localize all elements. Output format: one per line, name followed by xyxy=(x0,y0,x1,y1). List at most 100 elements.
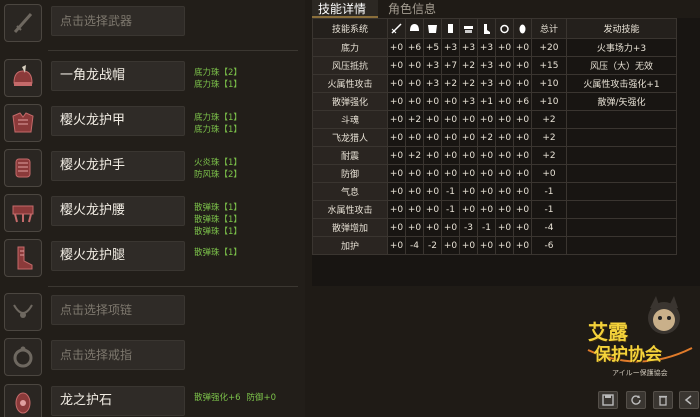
delete-icon xyxy=(659,395,667,406)
table-row[interactable]: 气息 +0 +0 +0 -1 +0 +0 +0 +0 -1 xyxy=(312,182,677,201)
waist-slot-jewels: 散弹珠【1】散弹珠【1】散弹珠【1】 xyxy=(194,202,300,238)
skill-name-cell: 火属性攻击 xyxy=(312,74,388,93)
skill-value-cell: +0 xyxy=(441,218,460,237)
skill-value-cell: +0 xyxy=(387,110,406,129)
skill-value-cell: +0 xyxy=(459,110,478,129)
table-row[interactable]: 水属性攻击 +0 +0 +0 -1 +0 +0 +0 +0 -1 xyxy=(312,200,677,219)
skill-value-cell: +0 xyxy=(441,146,460,165)
leg-armor-icon[interactable] xyxy=(4,239,42,277)
share-icon xyxy=(684,395,692,405)
skill-value-cell: +0 xyxy=(495,56,514,75)
active-skill-cell xyxy=(566,164,677,183)
skill-value-cell: -1 xyxy=(477,218,496,237)
skill-value-cell: +0 xyxy=(423,110,442,129)
delete-button[interactable] xyxy=(653,391,673,409)
share-button[interactable] xyxy=(679,391,699,409)
ring-icon[interactable] xyxy=(4,338,42,376)
table-row[interactable]: 耐震 +0 +2 +0 +0 +0 +0 +0 +0 +2 xyxy=(312,146,677,165)
table-row[interactable]: 散弹强化 +0 +0 +0 +0 +3 +1 +0 +6 +10 散弹/矢强化 xyxy=(312,92,677,111)
save-icon xyxy=(602,394,614,406)
waist-slot[interactable]: 樱火龙护腰 散弹珠【1】散弹珠【1】散弹珠【1】 xyxy=(4,194,300,237)
active-skill-cell xyxy=(566,146,677,165)
skill-value-cell: +0 xyxy=(405,128,424,147)
table-row[interactable]: 斗魂 +0 +2 +0 +0 +0 +0 +0 +0 +2 xyxy=(312,110,677,129)
legs-slot[interactable]: 樱火龙护腿 散弹珠【1】 xyxy=(4,239,300,279)
chest-armor-icon[interactable] xyxy=(4,104,42,142)
skill-value-cell: +3 xyxy=(459,38,478,57)
table-row[interactable]: 火属性攻击 +0 +0 +3 +2 +2 +3 +0 +0 +10 火属性攻击强化+1 xyxy=(312,74,677,93)
table-row[interactable]: 防御 +0 +0 +0 +0 +0 +0 +0 +0 +0 xyxy=(312,164,677,183)
weapon-slot[interactable]: 点击选择武器 xyxy=(4,4,300,44)
table-row[interactable]: 加护 +0 -4 -2 +0 +0 +0 +0 +0 -6 xyxy=(312,236,677,255)
skill-value-cell: +0 xyxy=(387,164,406,183)
skill-value-cell: +0 xyxy=(495,92,514,111)
skill-value-cell: +0 xyxy=(495,236,514,255)
jewel-label: 防风珠【2】 xyxy=(194,170,242,180)
ring-slot[interactable]: 点击选择戒指 xyxy=(4,338,300,378)
skill-value-cell: +0 xyxy=(405,164,424,183)
save-button[interactable] xyxy=(598,391,618,409)
arms-slot-name[interactable]: 樱火龙护手 xyxy=(51,151,185,181)
charm-icon xyxy=(513,18,532,39)
skill-value-cell: +3 xyxy=(477,38,496,57)
skill-value-cell: +6 xyxy=(513,92,532,111)
head-slot-name[interactable]: 一角龙战帽 xyxy=(51,61,185,91)
skill-value-cell: +0 xyxy=(423,146,442,165)
skill-value-cell: +0 xyxy=(513,128,532,147)
ring-slot-name[interactable]: 点击选择戒指 xyxy=(51,340,185,370)
charm-icon[interactable] xyxy=(4,384,42,417)
jewel-label: 散弹强化+6 xyxy=(194,393,241,403)
skill-name-cell: 斗魂 xyxy=(312,110,388,129)
table-row[interactable]: 飞龙猎人 +0 +0 +0 +0 +0 +2 +0 +0 +2 xyxy=(312,128,677,147)
waist-armor-icon[interactable] xyxy=(4,194,42,232)
skill-total-cell: -1 xyxy=(531,200,567,219)
skill-value-cell: +0 xyxy=(513,56,532,75)
skill-name-cell: 风压抵抗 xyxy=(312,56,388,75)
tab-character-info[interactable]: 角色信息 xyxy=(382,0,452,18)
necklace-icon[interactable] xyxy=(4,293,42,331)
skill-name-cell: 散弹增加 xyxy=(312,218,388,237)
skill-value-cell: +0 xyxy=(387,128,406,147)
chest-slot-jewels: 底力珠【1】底力珠【1】 xyxy=(194,112,300,136)
skill-value-cell: +0 xyxy=(495,200,514,219)
chest-slot-name[interactable]: 樱火龙护甲 xyxy=(51,106,185,136)
active-skill-cell xyxy=(566,218,677,237)
arms-slot[interactable]: 樱火龙护手 火炎珠【1】防风珠【2】 xyxy=(4,149,300,189)
skill-value-cell: +0 xyxy=(477,164,496,183)
helmet-icon[interactable] xyxy=(4,59,42,97)
active-skill-cell xyxy=(566,236,677,255)
legs-slot-name[interactable]: 樱火龙护腿 xyxy=(51,241,185,271)
chest-slot[interactable]: 樱火龙护甲 底力珠【1】底力珠【1】 xyxy=(4,104,300,144)
skill-value-cell: +0 xyxy=(441,92,460,111)
charm-slot-name[interactable]: 龙之护石 xyxy=(51,386,185,416)
waist-slot-name[interactable]: 樱火龙护腰 xyxy=(51,196,185,226)
skill-name-cell: 底力 xyxy=(312,38,388,57)
table-row[interactable]: 散弹增加 +0 +0 +0 +0 -3 -1 +0 +0 -4 xyxy=(312,218,677,237)
jewel-label: 底力珠【1】 xyxy=(194,113,242,123)
head-slot[interactable]: 一角龙战帽 底力珠【2】底力珠【1】 xyxy=(4,59,300,99)
skill-value-cell: +0 xyxy=(405,74,424,93)
skill-value-cell: +0 xyxy=(477,182,496,201)
skill-total-cell: -4 xyxy=(531,218,567,237)
header-skill-system: 技能系统 xyxy=(312,18,388,39)
charm-slot[interactable]: 龙之护石 散弹强化+6 防御+0 xyxy=(4,384,300,417)
gauntlet-icon[interactable] xyxy=(4,149,42,187)
skill-value-cell: +0 xyxy=(423,128,442,147)
necklace-slot-name[interactable]: 点击选择项链 xyxy=(51,295,185,325)
waist-icon xyxy=(459,18,478,39)
skill-name-cell: 水属性攻击 xyxy=(312,200,388,219)
skill-value-cell: +0 xyxy=(477,236,496,255)
skill-total-cell: +2 xyxy=(531,128,567,147)
weapon-icon[interactable] xyxy=(4,4,42,42)
tab-skill-details[interactable]: 技能详情 xyxy=(312,0,378,18)
skill-value-cell: +0 xyxy=(387,146,406,165)
table-row[interactable]: 风压抵抗 +0 +0 +3 +7 +2 +3 +0 +0 +15 风压（大）无效 xyxy=(312,56,677,75)
skill-value-cell: +0 xyxy=(495,218,514,237)
skill-value-cell: +0 xyxy=(477,146,496,165)
refresh-button[interactable] xyxy=(626,391,646,409)
weapon-slot-name[interactable]: 点击选择武器 xyxy=(51,6,185,36)
table-row[interactable]: 底力 +0 +6 +5 +3 +3 +3 +0 +0 +20 火事场力+3 xyxy=(312,38,677,57)
skill-value-cell: +2 xyxy=(405,110,424,129)
necklace-slot[interactable]: 点击选择项链 xyxy=(4,293,300,333)
skill-value-cell: +0 xyxy=(387,92,406,111)
